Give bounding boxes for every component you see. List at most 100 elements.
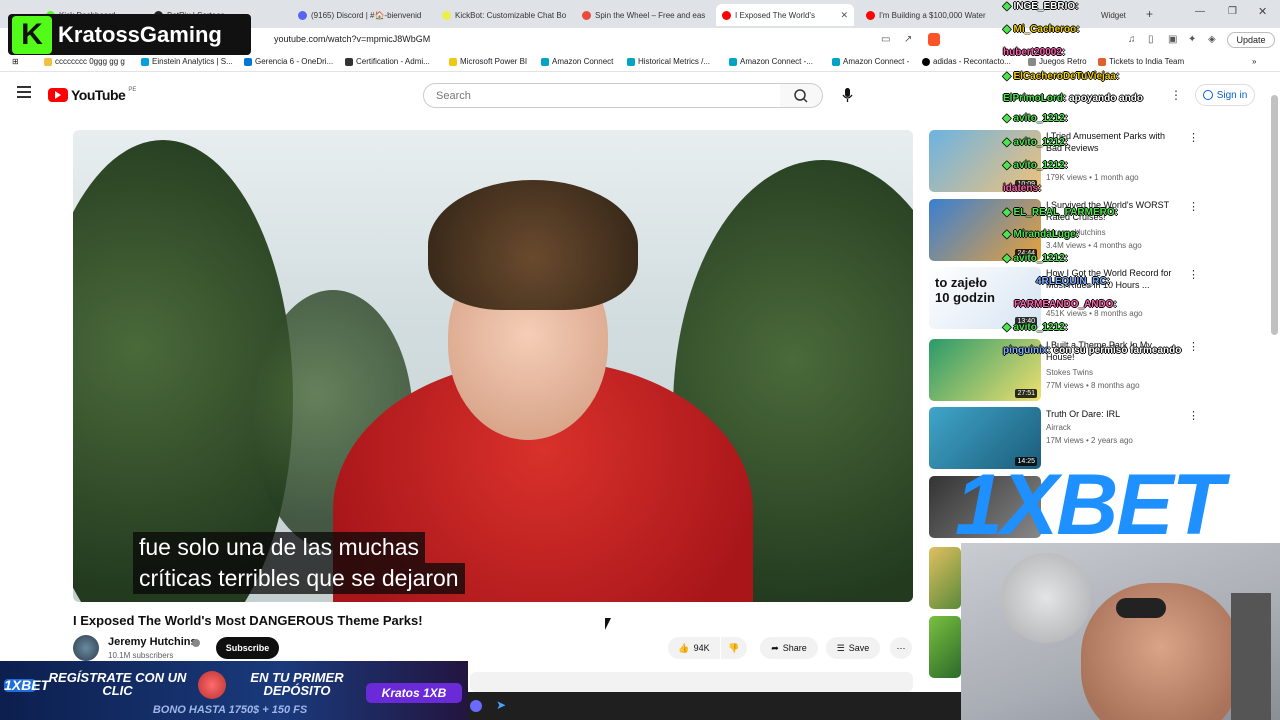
menu-icon[interactable] (17, 86, 31, 98)
tab-label: I Exposed The World's (735, 10, 815, 20)
chat-user: 4RLEQUIN_RC (1036, 276, 1107, 287)
chat-badge-icon: ◆ (1003, 253, 1011, 264)
tab-youtube-water[interactable]: I'm Building a $100,000 Water (860, 4, 990, 26)
bookmark-item[interactable]: Juegos Retro (1028, 57, 1087, 66)
related-thumbnail[interactable] (929, 616, 961, 678)
chair (1231, 593, 1271, 720)
chat-text: : (1061, 47, 1066, 58)
chat-badge-icon: ◆ (1003, 322, 1011, 333)
bookmark-item[interactable]: Certification - Admi... (345, 57, 430, 66)
bookmark-item[interactable]: Tickets to India Team (1098, 57, 1184, 66)
share-button[interactable]: ➦ Share (760, 637, 818, 659)
bookmark-item[interactable]: Amazon Connect - (832, 57, 909, 66)
tab-label: KickBot: Customizable Chat Bo (455, 10, 567, 20)
chat-badge-icon: ◆ (1003, 207, 1011, 218)
sign-in-button[interactable]: Sign in (1195, 84, 1255, 106)
save-button[interactable]: ☰ Save (826, 637, 880, 659)
related-kebab-icon[interactable]: ⋮ (1188, 131, 1199, 144)
search-icon (794, 89, 808, 103)
channel-name[interactable]: Jeremy Hutchins (108, 636, 197, 648)
youtube-play-icon (48, 88, 68, 102)
settings-kebab-icon[interactable]: ⋮ (1170, 88, 1182, 102)
video-player[interactable]: fue solo una de las muchas críticas terr… (73, 130, 913, 602)
tab-kickbot[interactable]: KickBot: Customizable Chat Bo (436, 4, 571, 26)
related-meta: 451K views • 8 months ago (1046, 309, 1143, 318)
media-icon[interactable]: ♫ (1128, 34, 1136, 45)
related-kebab-icon[interactable]: ⋮ (1188, 340, 1199, 353)
maximize-icon[interactable]: ❐ (1228, 6, 1237, 17)
chat-user: avito_1212 (1013, 113, 1065, 124)
new-tab-icon[interactable]: + (1146, 7, 1153, 21)
bookmark-item[interactable]: Microsoft Power BI (449, 57, 527, 66)
cast-icon[interactable]: ▭ (881, 34, 890, 45)
youtube-logo[interactable]: YouTube PE (48, 87, 136, 103)
bookmark-item[interactable]: Einstein Analytics | S... (141, 57, 233, 66)
channel-avatar[interactable] (73, 635, 99, 661)
related-thumbnail[interactable] (929, 547, 961, 609)
update-button[interactable]: Update (1227, 32, 1275, 48)
chat-message: 4RLEQUIN_RC: (1036, 276, 1110, 287)
related-kebab-icon[interactable]: ⋮ (1188, 268, 1199, 281)
search-input[interactable]: Search (423, 83, 781, 108)
telegram-icon[interactable]: ➤ (496, 698, 506, 712)
search-button[interactable] (780, 83, 823, 108)
tab-label: (9165) Discord | #🏠-bienvenid (311, 10, 422, 20)
chat-user: avito_1212 (1013, 137, 1065, 148)
url-field[interactable]: youtube.com/watch?v=mpmicJ8WbGM (274, 34, 430, 44)
more-actions-button[interactable]: ⋯ (890, 637, 912, 659)
thumbs-down-icon: 👎 (728, 642, 740, 653)
microphone-icon (842, 88, 853, 102)
tab-youtube-active[interactable]: I Exposed The World's ✕ (716, 4, 854, 26)
related-kebab-icon[interactable]: ⋮ (1188, 200, 1199, 213)
tab-discord[interactable]: (9165) Discord | #🏠-bienvenid (292, 4, 432, 26)
tab-widget[interactable]: Widget (1095, 4, 1140, 26)
like-button[interactable]: 👍 94K (668, 637, 720, 659)
duration-badge: 27:51 (1015, 389, 1037, 398)
close-icon[interactable]: ✕ (840, 10, 848, 21)
chat-badge-icon: ◆ (1003, 1, 1011, 12)
discord-icon (298, 10, 307, 20)
chat-text: : (1064, 137, 1068, 148)
chat-message: ◆ MirandaLuge: (1003, 229, 1079, 240)
tab-label: I'm Building a $100,000 Water (879, 10, 986, 20)
subscribe-button[interactable]: Subscribe (216, 637, 279, 659)
chat-badge-icon: ◆ (1003, 71, 1011, 82)
chat-message: ◆ avito_1212: (1003, 113, 1068, 124)
dislike-button[interactable]: 👎 (721, 637, 747, 659)
chat-message: ◆ avito_1212: (1003, 137, 1068, 148)
related-kebab-icon[interactable]: ⋮ (1188, 409, 1199, 422)
tab-spin-wheel[interactable]: Spin the Wheel – Free and eas (576, 4, 711, 26)
voice-search-button[interactable] (835, 83, 860, 108)
like-count: 94K (693, 643, 710, 653)
promo-logo: 1XBET (4, 677, 50, 693)
bookmark-item[interactable]: Amazon Connect (541, 57, 613, 66)
sidebar-icon[interactable]: ▯ (1148, 34, 1154, 45)
description-box[interactable] (470, 672, 913, 692)
wheel-icon (582, 10, 591, 20)
brave-shield-icon[interactable] (928, 33, 940, 46)
bookmark-item[interactable]: adidas - Recontacto... (922, 57, 1011, 66)
related-title[interactable]: Truth Or Dare: IRL (1046, 408, 1181, 420)
more-bookmarks-icon[interactable]: » (1252, 57, 1256, 66)
cloud-icon (541, 57, 549, 66)
bookmark-item[interactable]: Gerencia 6 - OneDri... (244, 57, 333, 66)
vpn-icon[interactable]: ◈ (1208, 34, 1216, 45)
app-icon[interactable] (470, 700, 482, 712)
minimize-icon[interactable]: — (1195, 6, 1205, 17)
share-page-icon[interactable]: ↗ (904, 34, 912, 45)
taskbar: ➤ (468, 692, 961, 720)
bookmark-item[interactable]: cccccccc 0ggg gg g (44, 57, 125, 66)
apps-icon[interactable]: ⊞ (12, 57, 19, 66)
extensions-icon[interactable]: ✦ (1188, 34, 1196, 45)
chat-text: : (1064, 160, 1068, 171)
chat-user: avito_1212 (1013, 322, 1065, 333)
page-scrollbar[interactable] (1271, 95, 1278, 335)
wallet-icon[interactable]: ▣ (1168, 34, 1177, 45)
bookmark-item[interactable]: Historical Metrics /... (627, 57, 710, 66)
window-close-icon[interactable]: ✕ (1258, 5, 1267, 18)
bookmark-item[interactable]: Amazon Connect -... (729, 57, 813, 66)
related-thumbnail[interactable]: to zajeło 10 godzin 13:40 (929, 267, 1041, 329)
promo-banner: 1XBET REGÍSTRATE CON UN CLIC EN TU PRIME… (0, 661, 468, 720)
roulette-icon (198, 671, 226, 699)
bookmark-label: Certification - Admi... (356, 57, 430, 66)
